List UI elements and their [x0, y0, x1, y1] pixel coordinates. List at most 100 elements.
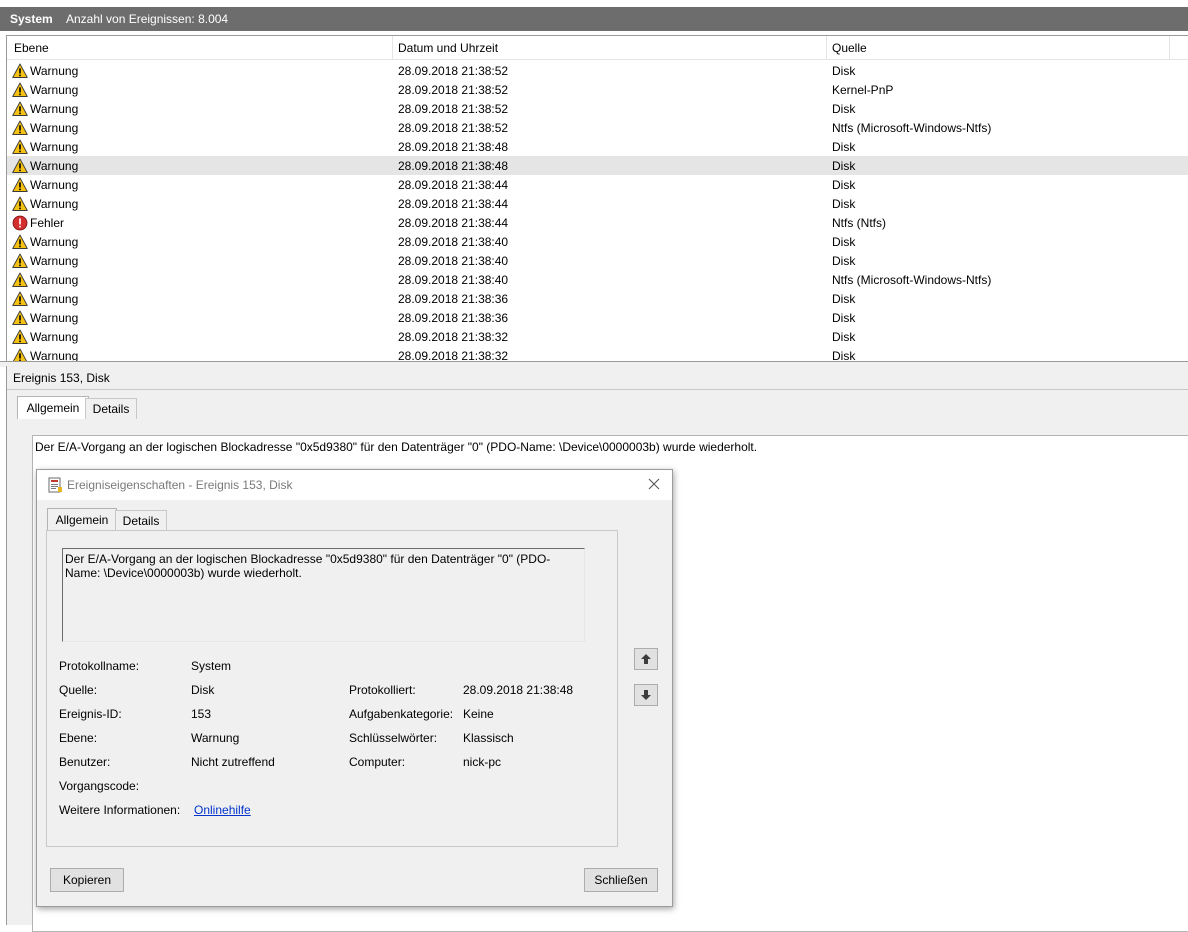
warning-icon	[12, 196, 28, 211]
event-row[interactable]: Warnung 28.09.2018 21:38:52 Disk	[7, 99, 1188, 118]
event-level: Warnung	[12, 271, 78, 288]
event-level-text: Warnung	[30, 63, 79, 78]
dialog-titlebar[interactable]: Ereigniseigenschaften - Ereignis 153, Di…	[37, 470, 672, 500]
event-source: Ntfs (Ntfs)	[832, 216, 886, 230]
event-detail-title: Ereignis 153, Disk	[13, 371, 110, 385]
event-row[interactable]: Warnung 28.09.2018 21:38:40 Disk	[7, 251, 1188, 270]
event-level-text: Warnung	[30, 196, 79, 211]
event-datetime: 28.09.2018 21:38:44	[398, 197, 509, 211]
event-level-text: Warnung	[30, 310, 79, 325]
event-row[interactable]: Warnung 28.09.2018 21:38:32 Disk	[7, 327, 1188, 346]
log-header-band: System Anzahl von Ereignissen: 8.004	[0, 7, 1188, 31]
event-level-text: Warnung	[30, 82, 79, 97]
event-datetime: 28.09.2018 21:38:52	[398, 102, 509, 116]
event-source: Disk	[832, 292, 856, 306]
event-datetime: 28.09.2018 21:38:44	[398, 216, 509, 230]
event-row[interactable]: Warnung 28.09.2018 21:38:40 Disk	[7, 232, 1188, 251]
event-source: Disk	[832, 235, 856, 249]
event-level-text: Warnung	[30, 234, 79, 249]
column-separator[interactable]	[392, 36, 393, 59]
event-row[interactable]: Warnung 28.09.2018 21:38:36 Disk	[7, 289, 1188, 308]
event-datetime: 28.09.2018 21:38:40	[398, 254, 509, 268]
column-separator[interactable]	[1169, 36, 1170, 59]
event-message: Der E/A-Vorgang an der logischen Blockad…	[35, 440, 758, 454]
event-row[interactable]: Warnung 28.09.2018 21:38:36 Disk	[7, 308, 1188, 327]
event-list[interactable]: Ebene Datum und Uhrzeit Quelle Warnung 28…	[6, 35, 1188, 362]
event-datetime: 28.09.2018 21:38:48	[398, 140, 509, 154]
close-button[interactable]: Schließen	[584, 868, 658, 892]
event-datetime: 28.09.2018 21:38:52	[398, 64, 509, 78]
event-row[interactable]: Fehler 28.09.2018 21:38:44 Ntfs (Ntfs)	[7, 213, 1188, 232]
log-title: System	[10, 12, 53, 26]
field-value-schluesselwoerter: Klassisch	[463, 731, 514, 745]
event-properties-dialog: Ereigniseigenschaften - Ereignis 153, Di…	[36, 469, 673, 907]
event-level: Warnung	[12, 252, 78, 269]
event-source: Disk	[832, 197, 856, 211]
column-header-source[interactable]: Quelle	[832, 41, 867, 55]
warning-icon	[12, 310, 28, 325]
detail-tabs: Allgemein Details	[17, 396, 217, 419]
field-label: Protokolliert:	[349, 683, 416, 697]
warning-icon	[12, 101, 28, 116]
event-datetime: 28.09.2018 21:38:44	[398, 178, 509, 192]
event-level: Warnung	[12, 176, 78, 193]
field-label: Schlüsselwörter:	[349, 731, 438, 745]
event-level: Warnung	[12, 328, 78, 345]
warning-icon	[12, 272, 28, 287]
event-level-text: Warnung	[30, 329, 79, 344]
close-icon[interactable]	[644, 474, 664, 494]
event-row[interactable]: Warnung 28.09.2018 21:38:48 Disk	[7, 156, 1188, 175]
warning-icon	[12, 158, 28, 173]
dialog-general-pane: Der E/A-Vorgang an der logischen Blockad…	[46, 530, 618, 847]
field-value-quelle: Disk	[191, 683, 215, 697]
online-help-link[interactable]: Onlinehilfe	[194, 803, 251, 817]
event-level: Warnung	[12, 100, 78, 117]
warning-icon	[12, 253, 28, 268]
warning-icon	[12, 63, 28, 78]
event-row[interactable]: Warnung 28.09.2018 21:38:52 Ntfs (Microsof…	[7, 118, 1188, 137]
event-row[interactable]: Warnung 28.09.2018 21:38:52 Kernel-PnP	[7, 80, 1188, 99]
event-datetime: 28.09.2018 21:38:40	[398, 235, 509, 249]
event-source: Disk	[832, 254, 856, 268]
field-label: Aufgabenkategorie:	[349, 707, 454, 721]
arrow-down-icon	[641, 690, 651, 700]
event-description-box[interactable]: Der E/A-Vorgang an der logischen Blockad…	[62, 548, 585, 642]
copy-button[interactable]: Kopieren	[50, 868, 124, 892]
event-datetime: 28.09.2018 21:38:32	[398, 330, 509, 344]
field-label: Vorgangscode:	[59, 779, 140, 793]
event-row[interactable]: Warnung 28.09.2018 21:38:40 Ntfs (Microsof…	[7, 270, 1188, 289]
event-level-text: Warnung	[30, 158, 79, 173]
warning-icon	[12, 348, 28, 361]
event-source: Disk	[832, 140, 856, 154]
column-header-datetime[interactable]: Datum und Uhrzeit	[398, 41, 498, 55]
event-row[interactable]: Warnung 28.09.2018 21:38:32 Disk	[7, 346, 1188, 361]
event-row[interactable]: Warnung 28.09.2018 21:38:52 Disk	[7, 61, 1188, 80]
event-row[interactable]: Warnung 28.09.2018 21:38:44 Disk	[7, 194, 1188, 213]
event-level: Warnung	[12, 138, 78, 155]
event-level: Warnung	[12, 233, 78, 250]
event-level: Warnung	[12, 81, 78, 98]
tab-details[interactable]: Details	[85, 398, 137, 419]
event-level-text: Warnung	[30, 139, 79, 154]
event-level: Fehler	[12, 214, 64, 231]
event-level-text: Warnung	[30, 101, 79, 116]
column-header-level[interactable]: Ebene	[14, 41, 49, 55]
dialog-tab-allgemein[interactable]: Allgemein	[47, 508, 117, 531]
next-event-button[interactable]	[634, 684, 658, 706]
warning-icon	[12, 120, 28, 135]
event-description: Der E/A-Vorgang an der logischen Blockad…	[65, 552, 551, 580]
event-row[interactable]: Warnung 28.09.2018 21:38:48 Disk	[7, 137, 1188, 156]
field-value-protokollname: System	[191, 659, 232, 673]
previous-event-button[interactable]	[634, 648, 658, 670]
tab-allgemein[interactable]: Allgemein	[17, 396, 89, 419]
dialog-tab-details[interactable]: Details	[115, 510, 167, 531]
column-separator[interactable]	[826, 36, 827, 59]
event-level: Warnung	[12, 195, 78, 212]
field-value-benutzer: Nicht zutreffend	[191, 755, 275, 769]
warning-icon	[12, 329, 28, 344]
event-level: Warnung	[12, 290, 78, 307]
log-header: System Anzahl von Ereignissen: 8.004	[0, 0, 1188, 34]
event-datetime: 28.09.2018 21:38:52	[398, 121, 509, 135]
event-row[interactable]: Warnung 28.09.2018 21:38:44 Disk	[7, 175, 1188, 194]
event-datetime: 28.09.2018 21:38:48	[398, 159, 509, 173]
